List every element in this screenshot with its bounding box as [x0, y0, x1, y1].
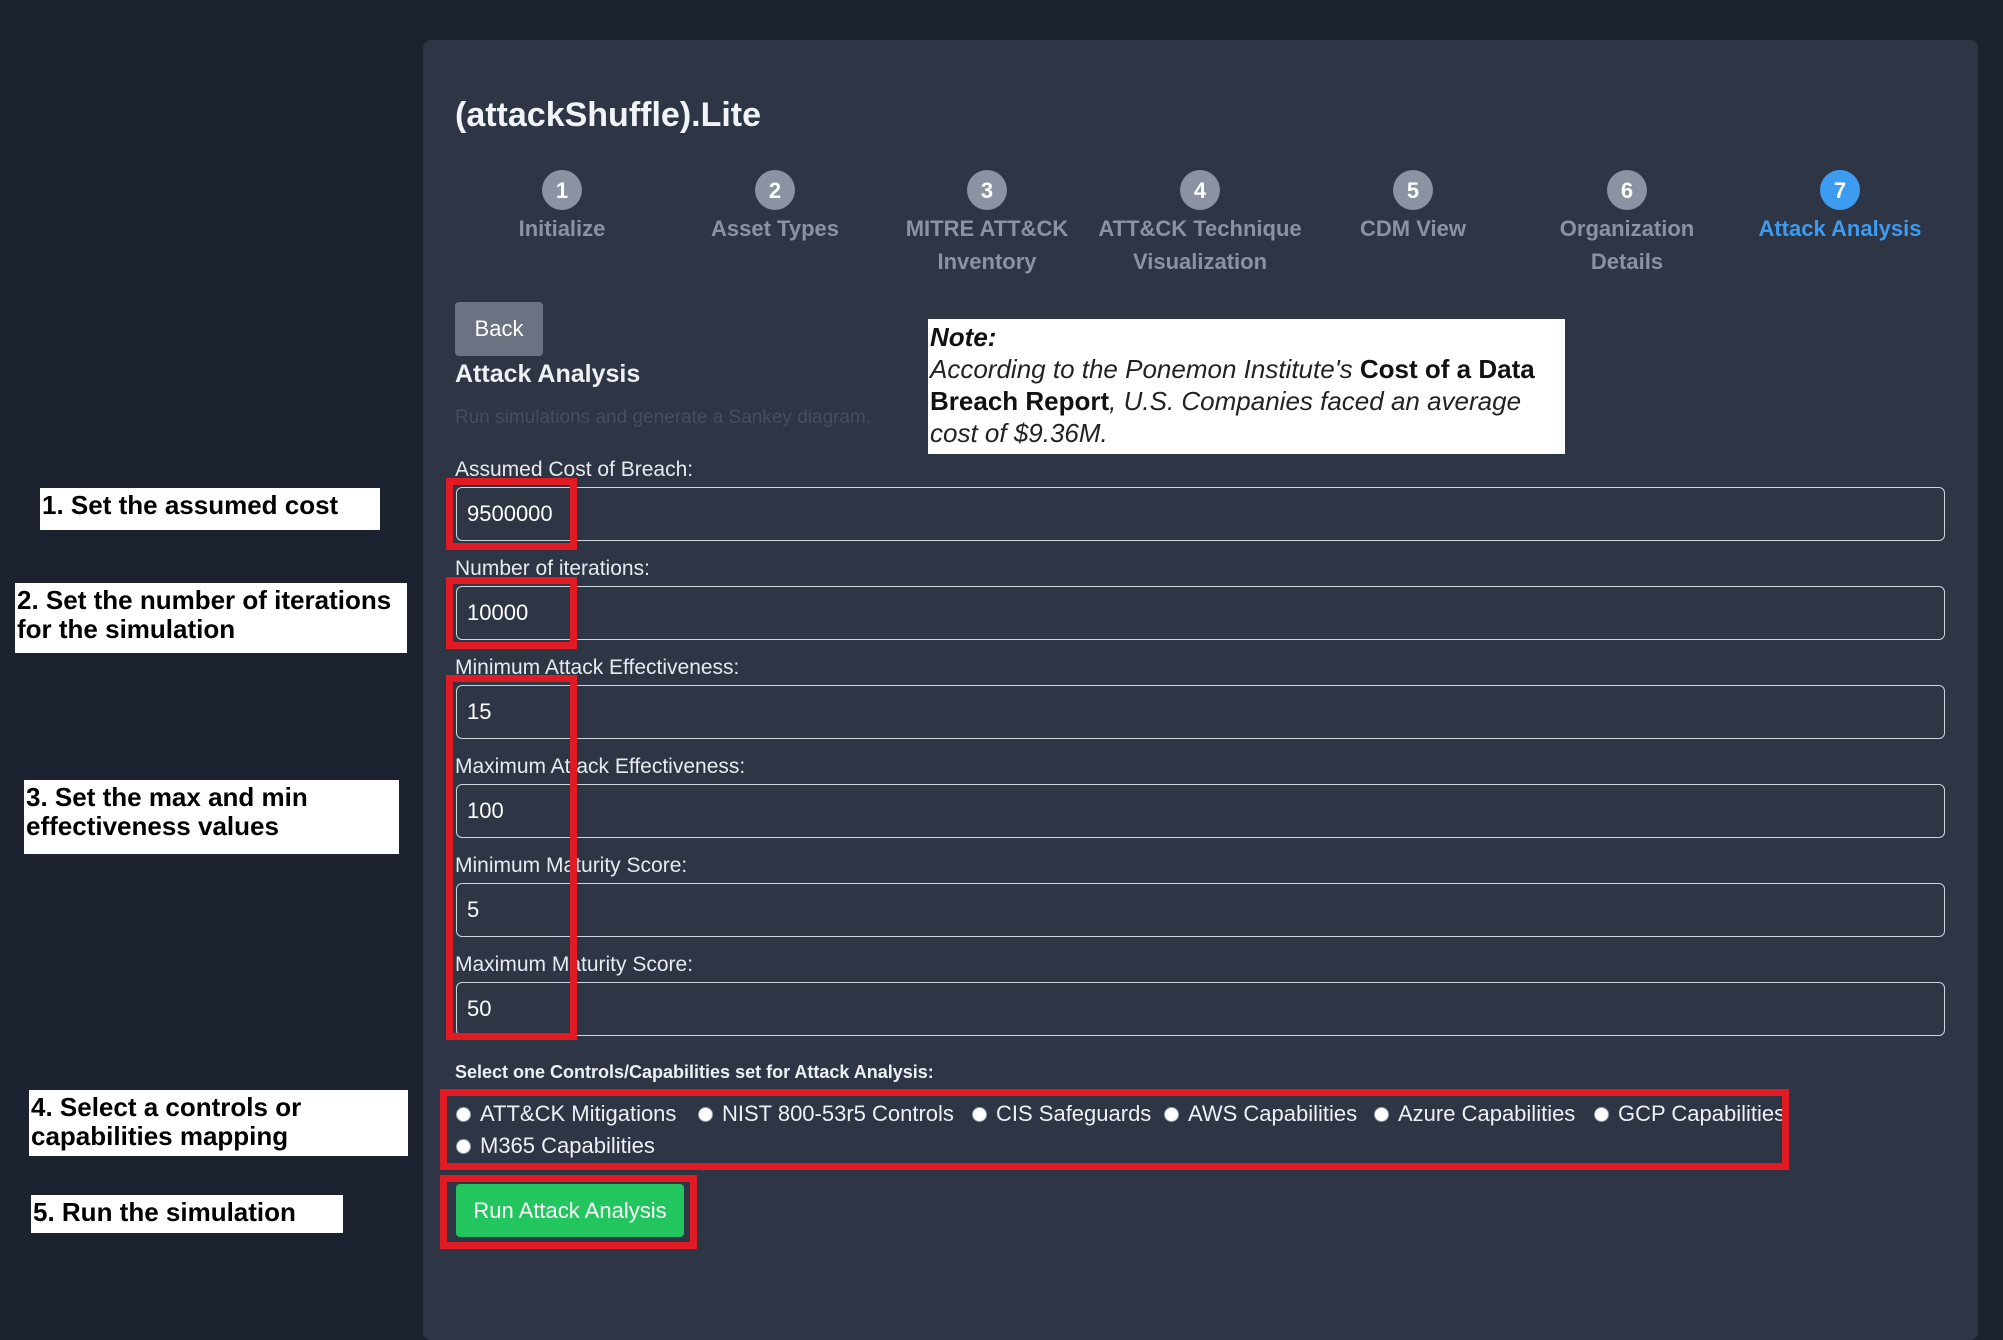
annotation-box-iterations	[446, 577, 577, 649]
max-attack-effectiveness-input[interactable]	[456, 784, 1945, 838]
min-attack-effectiveness-input[interactable]	[456, 685, 1945, 739]
app-title: (attackShuffle).Lite	[455, 96, 762, 134]
note-box: Note: According to the Ponemon Institute…	[928, 319, 1565, 454]
step-label: CDM View	[1360, 216, 1466, 241]
callout-step-5: 5. Run the simulation	[31, 1195, 343, 1233]
step-mitre-inventory[interactable]: 3 MITRE ATT&CK Inventory	[882, 170, 1092, 278]
step-label: Attack Analysis	[1758, 216, 1922, 241]
step-label: Organization Details	[1559, 216, 1695, 274]
min-maturity-score-input[interactable]	[456, 883, 1945, 937]
step-label: Initialize	[518, 216, 606, 241]
step-organization-details[interactable]: 6 Organization Details	[1521, 170, 1733, 278]
step-asset-types[interactable]: 2 Asset Types	[670, 170, 880, 245]
back-button[interactable]: Back	[455, 302, 543, 356]
step-number: 1	[542, 170, 582, 210]
step-number: 3	[967, 170, 1007, 210]
max-maturity-score-input[interactable]	[456, 982, 1945, 1036]
annotation-box-cost	[446, 478, 577, 550]
section-title: Attack Analysis	[455, 360, 641, 388]
step-label: Asset Types	[711, 216, 839, 241]
annotation-box-controls	[440, 1089, 1789, 1170]
step-label: MITRE ATT&CK Inventory	[905, 216, 1069, 274]
callout-step-2: 2. Set the number of iterations for the …	[15, 583, 407, 653]
cost-of-breach-input[interactable]	[456, 487, 1945, 541]
callout-step-3: 3. Set the max and min effectiveness val…	[24, 780, 399, 854]
note-heading: Note:	[930, 322, 997, 352]
callout-step-4: 4. Select a controls or capabilities map…	[29, 1090, 408, 1156]
annotation-box-run	[440, 1175, 697, 1249]
annotation-box-effectiveness	[446, 675, 577, 1040]
step-number: 7	[1820, 170, 1860, 210]
section-subtitle: Run simulations and generate a Sankey di…	[455, 407, 872, 428]
step-number: 6	[1607, 170, 1647, 210]
note-text-before: According to the Ponemon Institute's	[930, 354, 1360, 384]
iterations-input[interactable]	[456, 586, 1945, 640]
step-initialize[interactable]: 1 Initialize	[457, 170, 667, 245]
step-attack-analysis[interactable]: 7 Attack Analysis	[1735, 170, 1945, 245]
step-number: 5	[1393, 170, 1433, 210]
step-number: 2	[755, 170, 795, 210]
step-cdm-view[interactable]: 5 CDM View	[1308, 170, 1518, 245]
controls-set-title: Select one Controls/Capabilities set for…	[455, 1062, 934, 1082]
step-technique-visualization[interactable]: 4 ATT&CK Technique Visualization	[1095, 170, 1305, 278]
step-number: 4	[1180, 170, 1220, 210]
step-label: ATT&CK Technique Visualization	[1098, 216, 1302, 274]
callout-step-1: 1. Set the assumed cost	[40, 488, 380, 530]
